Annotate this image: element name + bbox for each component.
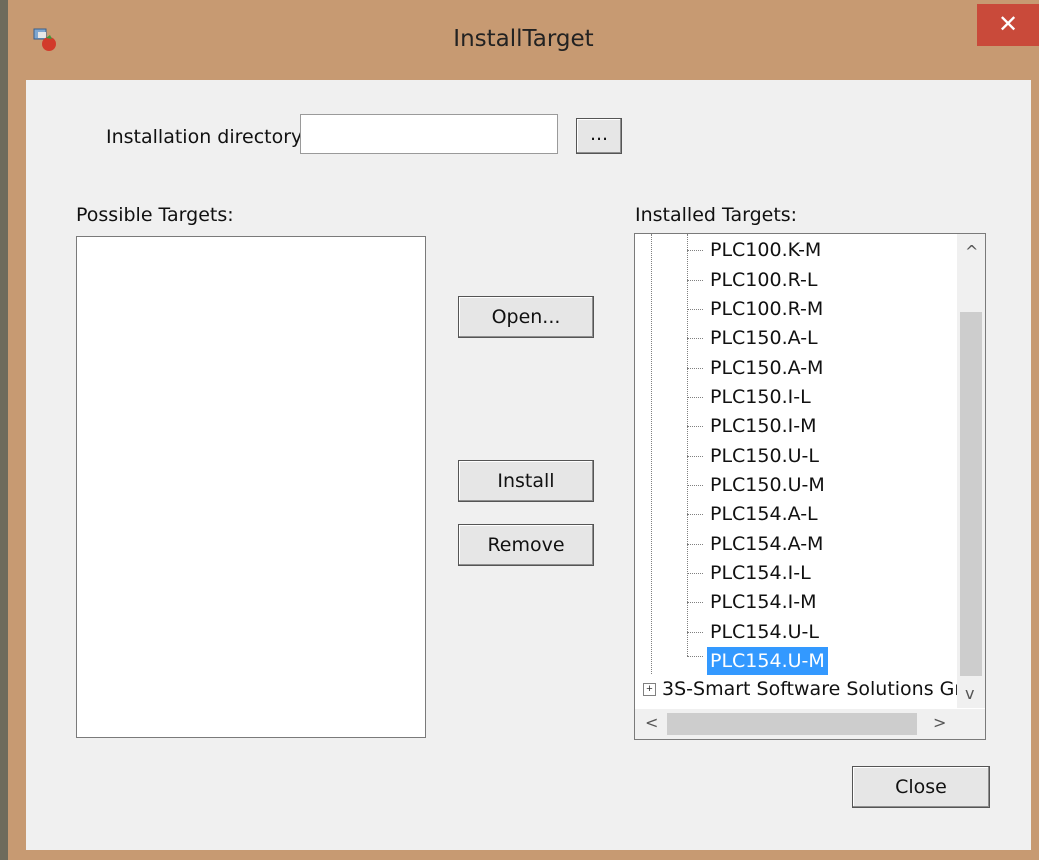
scroll-up-icon[interactable]: ^ [965, 242, 978, 261]
installed-targets-tree[interactable]: PLC100.K-M PLC100.R-L PLC100.R-M PLC150.… [634, 233, 986, 740]
installation-directory-label: Installation directory: [106, 126, 308, 148]
scroll-left-icon[interactable]: < [645, 713, 658, 732]
possible-targets-label: Possible Targets: [76, 204, 234, 226]
tree-item[interactable]: PLC150.A-M [707, 354, 826, 382]
tree-item[interactable]: PLC100.R-L [707, 266, 821, 294]
tree-item[interactable]: PLC154.A-L [707, 500, 821, 528]
remove-button[interactable]: Remove [458, 524, 594, 566]
close-button[interactable]: Close [852, 766, 990, 808]
possible-targets-list[interactable] [76, 236, 426, 738]
tree-node-3s-smart[interactable]: 3S-Smart Software Solutions Gm [659, 675, 976, 703]
browse-button[interactable]: ... [576, 118, 622, 154]
horizontal-scroll-thumb[interactable] [667, 713, 917, 735]
horizontal-scrollbar[interactable]: < > [635, 709, 957, 739]
tree-item[interactable]: PLC154.U-L [707, 618, 822, 646]
vertical-scrollbar[interactable]: ^ v [957, 234, 985, 708]
tree-item-selected[interactable]: PLC154.U-M [707, 647, 828, 675]
title-bar[interactable]: InstallTarget ✕ [8, 0, 1039, 80]
installation-directory-input[interactable] [300, 114, 558, 154]
tree-item[interactable]: PLC154.I-L [707, 559, 814, 587]
tree-item[interactable]: PLC100.K-M [707, 236, 824, 264]
tree-item[interactable]: PLC150.I-M [707, 412, 819, 440]
tree-item[interactable]: PLC150.I-L [707, 383, 814, 411]
scroll-down-icon[interactable]: v [965, 684, 974, 703]
vertical-scroll-thumb[interactable] [960, 312, 982, 676]
scroll-right-icon[interactable]: > [933, 713, 946, 732]
install-button[interactable]: Install [458, 460, 594, 502]
tree-item[interactable]: PLC150.A-L [707, 324, 821, 352]
installed-targets-label: Installed Targets: [635, 204, 798, 226]
tree-item[interactable]: PLC150.U-L [707, 442, 822, 470]
dialog-body: Installation directory: ... Possible Tar… [26, 80, 1031, 850]
scroll-corner [957, 709, 985, 739]
close-icon[interactable]: ✕ [977, 4, 1039, 46]
tree-item[interactable]: PLC154.I-M [707, 588, 819, 616]
tree-item[interactable]: PLC100.R-M [707, 295, 826, 323]
tree-item[interactable]: PLC154.A-M [707, 530, 826, 558]
expand-node-icon[interactable]: + [643, 683, 656, 696]
tree-item[interactable]: PLC150.U-M [707, 471, 828, 499]
open-button[interactable]: Open... [458, 296, 594, 338]
install-target-window: InstallTarget ✕ Installation directory: … [8, 0, 1039, 860]
window-title: InstallTarget [453, 26, 594, 52]
